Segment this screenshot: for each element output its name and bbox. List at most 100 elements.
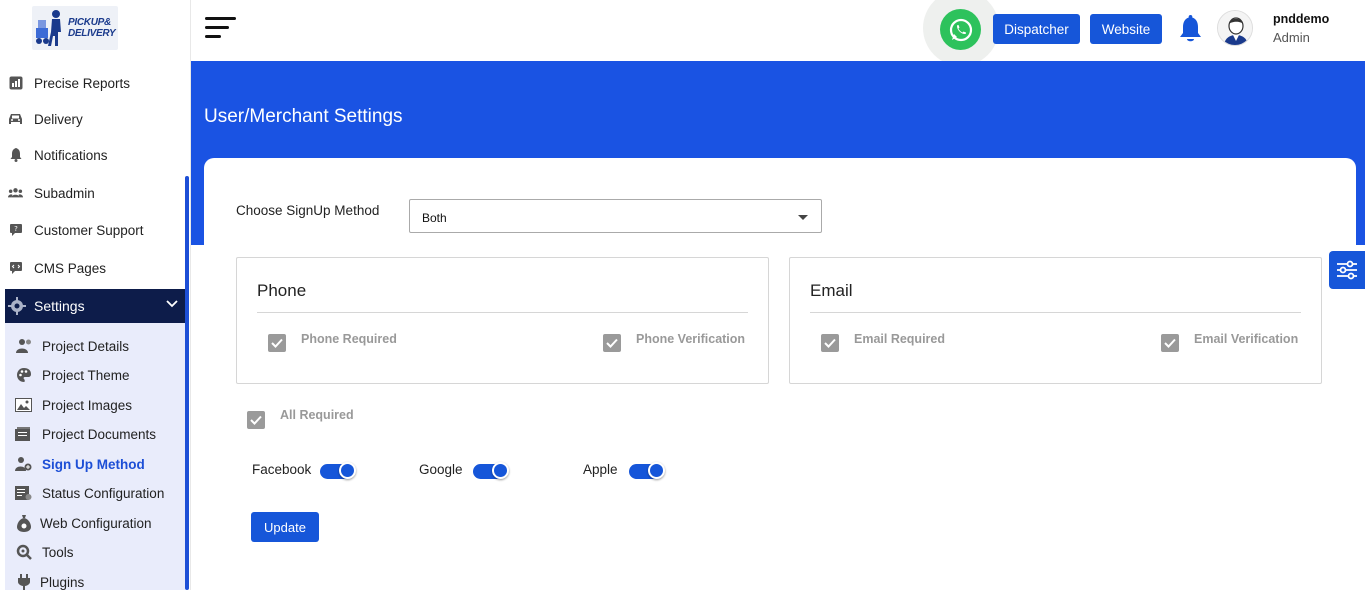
apple-toggle[interactable] (629, 462, 665, 479)
phone-verification-checkbox[interactable] (603, 334, 621, 352)
sidebar-item-label: Project Documents (42, 426, 157, 442)
sidebar-item-customer-support[interactable]: ? Customer Support (0, 215, 185, 245)
sidebar: PICKUP& DELIVERY Precise Reports Deliver… (0, 0, 191, 590)
toggle-knob (492, 462, 509, 479)
sidebar-item-cms-pages[interactable]: CMS Pages (0, 253, 185, 283)
signup-icon (15, 456, 32, 473)
logo-line-1: PICKUP& (68, 17, 111, 28)
facebook-label: Facebook (252, 462, 312, 477)
plug-icon (15, 574, 32, 590)
update-button[interactable]: Update (251, 512, 319, 542)
svg-text:?: ? (14, 225, 18, 233)
sidebar-item-label: Status Configuration (42, 485, 165, 501)
email-group: Email Email Required Email Verification (789, 257, 1322, 384)
sidebar-item-label: Customer Support (34, 222, 144, 238)
top-header: Dispatcher Website pnddemo Admin (191, 0, 1365, 66)
sidebar-item-label: Web Configuration (40, 515, 152, 531)
caret-down-icon (798, 215, 808, 220)
signup-method-value: Both (422, 211, 447, 225)
sidebar-item-subadmin[interactable]: Subadmin (0, 178, 185, 208)
support-icon: ? (8, 223, 23, 238)
divider (810, 312, 1301, 313)
sidebar-item-notifications[interactable]: Notifications (0, 140, 185, 170)
logo-line-2: DELIVERY (68, 28, 116, 39)
sidebar-item-status-configuration[interactable]: Status Configuration (5, 480, 185, 506)
toggle-knob (339, 462, 356, 479)
car-icon (8, 112, 23, 127)
gear-icon (8, 297, 26, 320)
brand-logo[interactable]: PICKUP& DELIVERY (32, 6, 118, 50)
sidebar-item-label: CMS Pages (34, 260, 107, 276)
whatsapp-icon[interactable] (940, 9, 981, 50)
web-config-icon (15, 514, 32, 532)
settings-submenu: Project Details Project Theme Project Im… (5, 323, 185, 590)
user-gear-icon (15, 338, 32, 355)
sidebar-item-project-documents[interactable]: Project Documents (5, 421, 185, 447)
sidebar-item-delivery[interactable]: Delivery (0, 104, 185, 134)
signup-method-select[interactable]: Both (409, 199, 822, 233)
notification-bell-icon[interactable] (1178, 15, 1203, 48)
google-toggle[interactable] (473, 462, 509, 479)
sidebar-item-label: Sign Up Method (42, 456, 145, 472)
email-verification-checkbox[interactable] (1161, 334, 1179, 352)
reports-icon (8, 76, 23, 91)
email-required-label: Email Required (854, 332, 945, 346)
phone-group-title: Phone (257, 281, 307, 300)
sidebar-item-label: Delivery (34, 111, 83, 127)
check-icon (271, 338, 283, 348)
sidebar-item-plugins[interactable]: Plugins (5, 569, 185, 590)
sidebar-item-label: Precise Reports (34, 75, 131, 91)
check-icon (1164, 338, 1176, 348)
toggle-knob (648, 462, 665, 479)
dispatcher-button[interactable]: Dispatcher (993, 14, 1080, 44)
delivery-person-icon (34, 8, 68, 48)
sliders-icon (1337, 260, 1357, 280)
check-icon (250, 415, 262, 425)
sidebar-item-label: Tools (42, 544, 74, 560)
sidebar-item-label: Plugins (40, 574, 85, 590)
sidebar-item-tools[interactable]: Tools (5, 539, 185, 565)
users-icon (8, 186, 23, 201)
email-verification-label: Email Verification (1194, 332, 1299, 346)
phone-required-checkbox[interactable] (268, 334, 286, 352)
sidebar-item-project-details[interactable]: Project Details (5, 333, 185, 359)
sidebar-item-label: Project Details (42, 338, 130, 354)
email-required-checkbox[interactable] (821, 334, 839, 352)
status-icon (15, 485, 32, 502)
divider (257, 312, 748, 313)
cms-icon (8, 261, 23, 276)
sidebar-item-project-theme[interactable]: Project Theme (5, 362, 185, 388)
all-required-label: All Required (280, 408, 354, 422)
sidebar-item-label: Project Theme (42, 367, 130, 383)
page-title: User/Merchant Settings (204, 106, 403, 127)
bell-icon (8, 148, 23, 163)
avatar[interactable] (1217, 10, 1253, 46)
sidebar-item-label: Project Images (42, 397, 133, 413)
documents-icon (15, 426, 32, 443)
image-icon (15, 397, 32, 414)
sidebar-item-web-configuration[interactable]: Web Configuration (5, 510, 185, 536)
sidebar-item-settings[interactable]: Settings (5, 289, 185, 323)
sidebar-item-label: Settings (34, 298, 85, 314)
google-label: Google (419, 462, 463, 477)
facebook-toggle[interactable] (320, 462, 356, 479)
email-group-title: Email (810, 281, 853, 300)
user-role: Admin (1273, 30, 1310, 45)
settings-card: Choose SignUp Method Both Phone Phone Re… (204, 158, 1356, 582)
signup-method-label: Choose SignUp Method (236, 203, 380, 218)
phone-verification-label: Phone Verification (636, 332, 746, 346)
sidebar-scrollbar[interactable] (185, 176, 189, 590)
chevron-down-icon (165, 296, 179, 315)
all-required-checkbox[interactable] (247, 411, 265, 429)
customizer-button[interactable] (1329, 251, 1365, 289)
sidebar-item-label: Notifications (34, 147, 108, 163)
sidebar-item-sign-up-method[interactable]: Sign Up Method (5, 451, 185, 477)
tools-icon (15, 544, 32, 561)
sidebar-item-project-images[interactable]: Project Images (5, 392, 185, 418)
phone-required-label: Phone Required (301, 332, 397, 346)
phone-group: Phone Phone Required Phone Verification (236, 257, 769, 384)
check-icon (606, 338, 618, 348)
sidebar-item-precise-reports[interactable]: Precise Reports (0, 68, 185, 98)
website-button[interactable]: Website (1090, 14, 1162, 44)
hamburger-menu-icon[interactable] (205, 17, 237, 41)
